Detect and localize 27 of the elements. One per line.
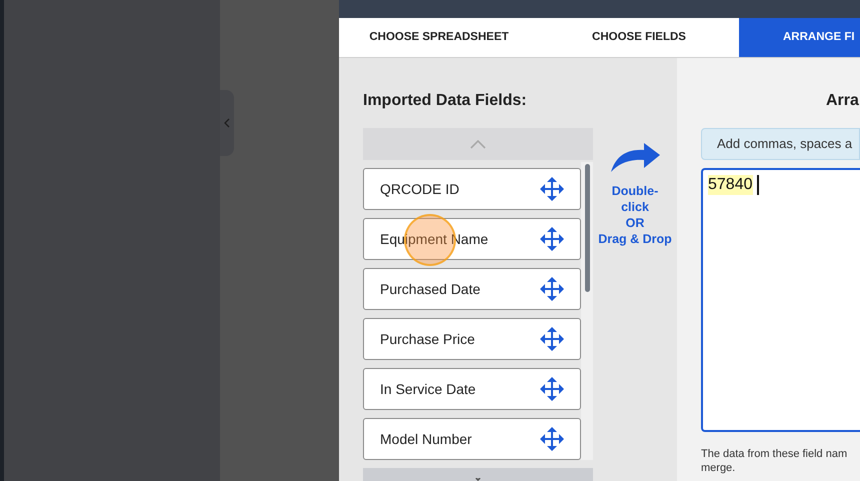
info-text: Add commas, spaces a [717,135,852,154]
field-item[interactable]: Model Number [363,418,581,460]
curved-arrow-icon [610,143,660,173]
scrollbar-thumb[interactable] [584,164,590,292]
field-item[interactable]: QRCODE ID [363,168,581,210]
chevron-up-icon [470,140,486,148]
field-token: 57840 [708,175,752,195]
tab[interactable]: CHOOSE FIELDS [539,18,739,57]
field-item[interactable]: Purchased Date [363,268,581,310]
panel-title: Arra [826,91,860,111]
field-item[interactable]: In Service Date [363,368,581,410]
move-icon [540,277,564,301]
drag-hint: Double- click OR Drag & Drop [598,183,672,247]
panel-title: Imported Data Fields: [363,91,528,111]
move-icon [540,177,564,201]
collapse-tab[interactable] [220,90,234,156]
move-icon [540,227,564,251]
move-icon [540,377,564,401]
tab[interactable]: CHOOSE SPREADSHEET [339,18,539,57]
tab[interactable]: ARRANGE FI [739,18,860,57]
move-icon [540,427,564,451]
move-icon [540,327,564,351]
text-area[interactable]: 57840 [701,168,860,432]
text-cursor [756,175,758,195]
field-item[interactable]: Purchase Price [363,318,581,360]
help-text: The data from these field nam merge. [701,447,848,475]
chevron-left-icon [224,118,230,128]
